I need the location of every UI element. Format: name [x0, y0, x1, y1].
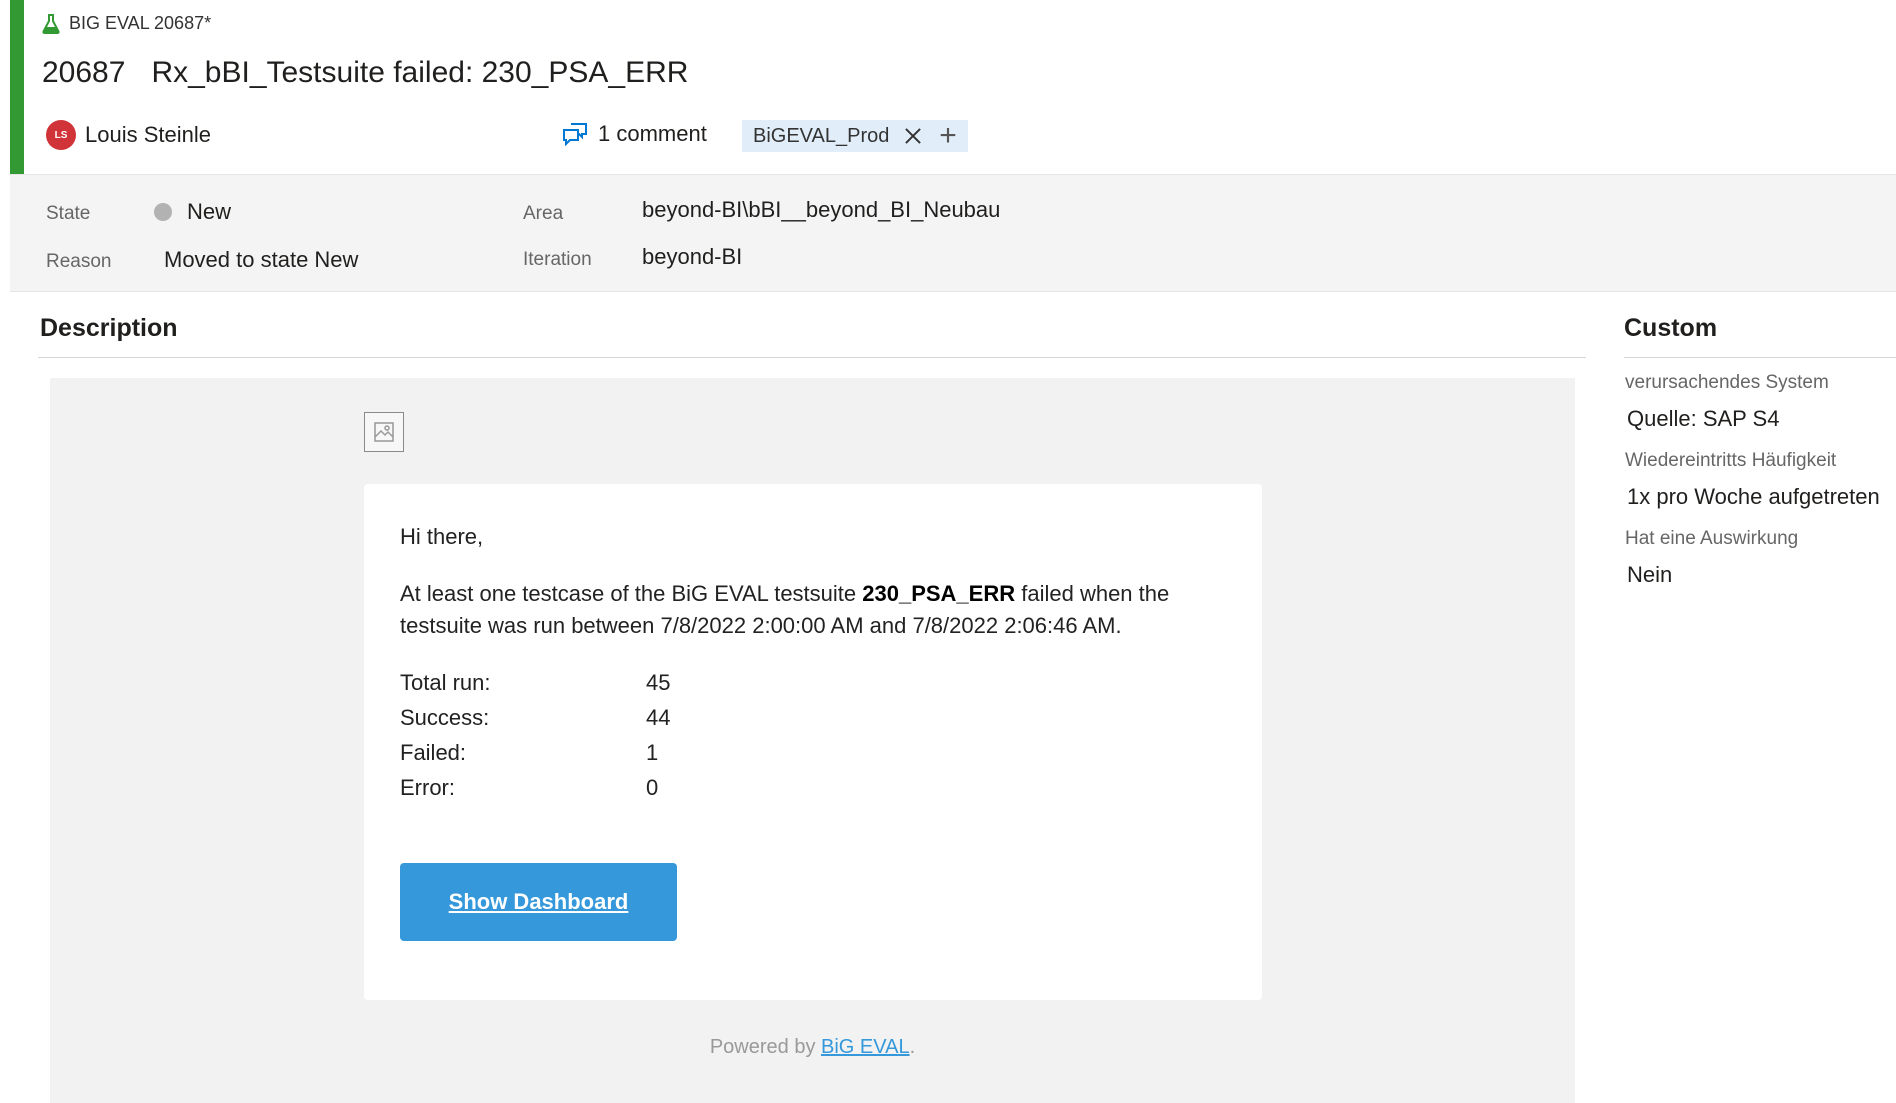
- summary-text-start: At least one testcase of the BiG EVAL te…: [400, 581, 863, 606]
- stat-label-success: Success:: [400, 705, 490, 730]
- custom-field-causing-system[interactable]: Quelle: SAP S4: [1627, 406, 1779, 432]
- stat-value-failed: 1: [646, 740, 659, 765]
- email-summary: At least one testcase of the BiG EVAL te…: [400, 578, 1220, 642]
- area-label: Area: [523, 203, 564, 224]
- stat-value-success: 44: [646, 705, 671, 730]
- assignee-name[interactable]: Louis Steinle: [85, 122, 211, 148]
- state-label: State: [46, 203, 91, 224]
- state-value: New: [187, 199, 232, 224]
- custom-field-impact[interactable]: Nein: [1627, 562, 1672, 588]
- state-dot-icon: [154, 203, 172, 221]
- iteration-field[interactable]: beyond-BI: [642, 244, 742, 270]
- custom-label-causing-system: verursachendes System: [1625, 372, 1829, 393]
- work-item-type-label: BIG EVAL 20687*: [42, 13, 211, 34]
- comment-icon: [563, 123, 587, 146]
- powered-by-footer: Powered by BiG EVAL.: [0, 1036, 1625, 1059]
- stat-label-total: Total run:: [400, 670, 491, 695]
- work-item-title[interactable]: 20687 Rx_bBI_Testsuite failed: 230_PSA_E…: [42, 56, 688, 90]
- powered-by-text: Powered by: [709, 1036, 822, 1058]
- custom-label-recurrence: Wiedereintritts Häufigkeit: [1625, 450, 1837, 471]
- custom-field-recurrence[interactable]: 1x pro Woche aufgetreten: [1627, 484, 1880, 510]
- reason-label: Reason: [46, 251, 112, 272]
- reason-field[interactable]: Moved to state New: [164, 247, 358, 273]
- stat-label-error: Error:: [400, 775, 455, 800]
- assignee-picker[interactable]: LS Louis Steinle: [46, 120, 211, 150]
- stat-label-failed: Failed:: [400, 740, 467, 765]
- custom-label-impact: Hat eine Auswirkung: [1625, 528, 1799, 549]
- stat-value-error: 0: [646, 775, 659, 800]
- show-dashboard-button[interactable]: Show Dashboard: [400, 863, 677, 941]
- work-item-type-color-bar: [10, 0, 24, 174]
- comments-count[interactable]: 1 comment: [598, 121, 707, 147]
- image-icon: [364, 412, 404, 452]
- core-fields: State New Reason Moved to state New Area…: [10, 174, 1896, 292]
- tag-bigeval-prod[interactable]: BiGEVAL_Prod: [742, 120, 936, 152]
- comments-link[interactable]: 1 comment: [562, 121, 707, 147]
- tag-label: BiGEVAL_Prod: [753, 124, 890, 147]
- state-field[interactable]: New: [154, 199, 231, 225]
- description-heading: Description: [40, 314, 178, 342]
- broken-image-icon: [374, 422, 394, 442]
- add-tag-button[interactable]: +: [928, 120, 968, 152]
- email-greeting: Hi there,: [400, 524, 484, 549]
- custom-divider: [1624, 357, 1896, 358]
- email-card: Hi there, At least one testcase of the B…: [364, 484, 1262, 1000]
- stat-value-total: 45: [646, 670, 671, 695]
- area-field[interactable]: beyond-BI\bBI__beyond_BI_Neubau: [642, 197, 1000, 223]
- testsuite-name: 230_PSA_ERR: [862, 581, 1016, 606]
- custom-heading: Custom: [1624, 314, 1718, 342]
- close-icon[interactable]: [903, 126, 923, 146]
- work-item-title-text[interactable]: Rx_bBI_Testsuite failed: 230_PSA_ERR: [151, 56, 688, 90]
- avatar: LS: [46, 120, 76, 150]
- bigeval-link[interactable]: BiG EVAL: [821, 1036, 910, 1058]
- iteration-label: Iteration: [523, 249, 592, 270]
- work-item-id: 20687: [42, 56, 126, 89]
- flask-icon: [42, 13, 60, 34]
- powered-by-suffix: .: [909, 1036, 916, 1058]
- description-divider: [38, 357, 1586, 358]
- work-item-type-text: BIG EVAL 20687*: [69, 13, 212, 33]
